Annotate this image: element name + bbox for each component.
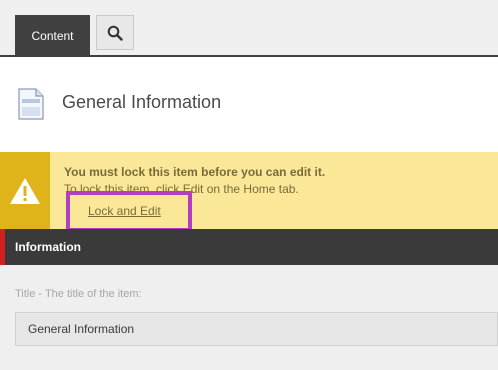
item-header: General Information bbox=[0, 57, 498, 152]
section-title: Information bbox=[15, 240, 81, 254]
search-icon bbox=[107, 25, 123, 41]
tab-content[interactable]: Content bbox=[15, 15, 90, 56]
section-accent bbox=[0, 229, 5, 265]
section-header-information[interactable]: Information bbox=[0, 229, 498, 265]
warning-side bbox=[0, 152, 50, 229]
warning-message: You must lock this item before you can e… bbox=[64, 165, 326, 179]
page-title: General Information bbox=[62, 92, 222, 112]
lock-and-edit-link[interactable]: Lock and Edit bbox=[88, 204, 161, 218]
document-icon bbox=[18, 88, 44, 120]
title-field[interactable]: General Information bbox=[15, 312, 498, 346]
tab-bar: Content bbox=[0, 0, 498, 57]
warning-icon bbox=[10, 177, 40, 204]
search-button[interactable] bbox=[96, 15, 134, 50]
tab-content-label: Content bbox=[31, 28, 74, 43]
title-field-label: Title - The title of the item: bbox=[15, 288, 142, 300]
